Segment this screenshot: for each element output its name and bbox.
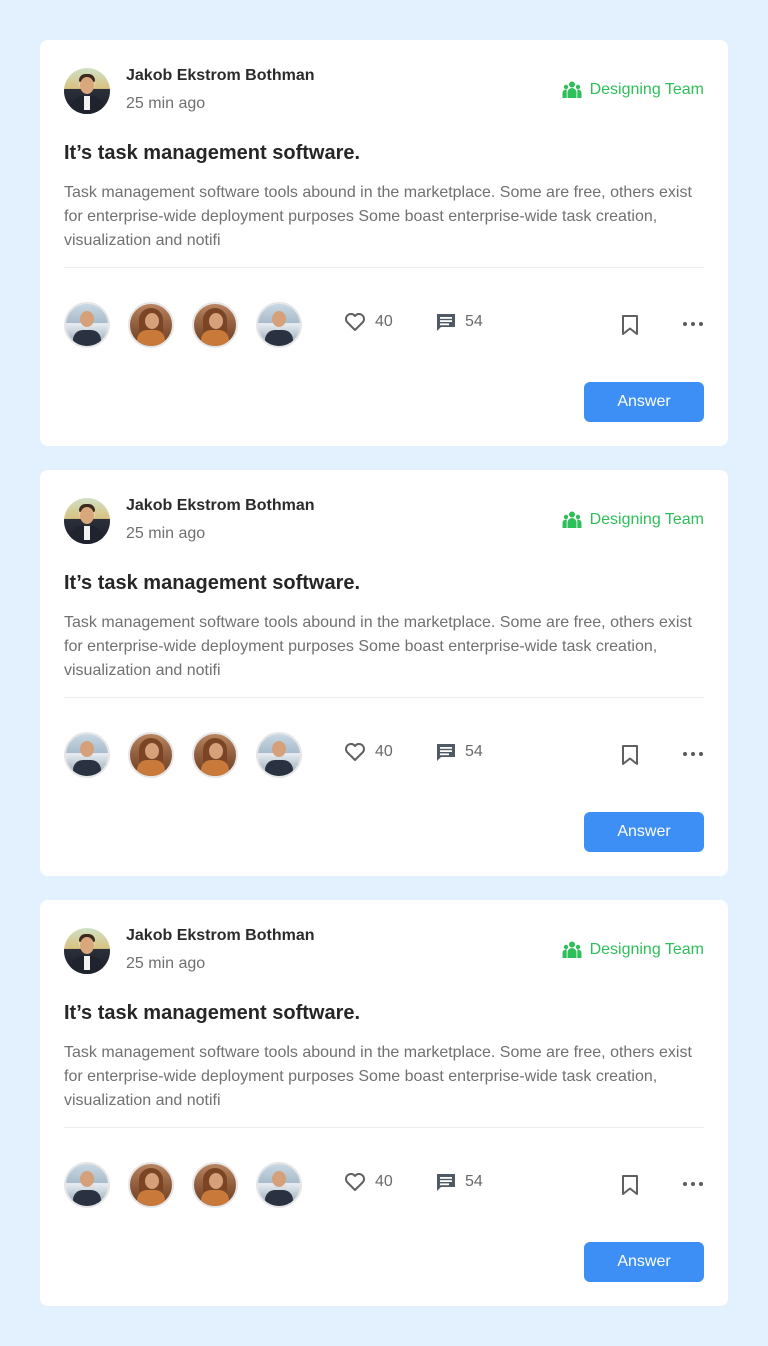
participant-avatar[interactable] <box>128 302 174 348</box>
comment-icon <box>437 744 455 761</box>
participant-avatar[interactable] <box>64 302 110 348</box>
bookmark-icon[interactable] <box>620 744 640 766</box>
like-button[interactable]: 40 <box>344 312 393 332</box>
participant-avatar[interactable] <box>192 1162 238 1208</box>
team-icon <box>562 941 582 958</box>
like-count: 40 <box>375 1173 393 1190</box>
divider <box>64 267 704 268</box>
team-link[interactable]: Designing Team <box>562 940 704 960</box>
author-name[interactable]: Jakob Ekstrom Bothman <box>126 67 314 85</box>
post-feed: Jakob Ekstrom Bothman 25 min ago Designi… <box>0 0 768 1346</box>
comment-icon <box>437 314 455 331</box>
participant-avatar[interactable] <box>192 732 238 778</box>
post-timestamp: 25 min ago <box>126 525 206 542</box>
heart-icon <box>345 1173 365 1191</box>
post-title[interactable]: It’s task management software. <box>64 572 360 595</box>
participant-avatar[interactable] <box>256 732 302 778</box>
comment-button[interactable]: 54 <box>436 312 483 332</box>
post-card: Jakob Ekstrom Bothman 25 min ago Designi… <box>40 470 728 876</box>
post-card: Jakob Ekstrom Bothman 25 min ago Designi… <box>40 900 728 1306</box>
team-link[interactable]: Designing Team <box>562 80 704 100</box>
more-options-icon[interactable] <box>682 1180 704 1188</box>
post-body: Task management software tools abound in… <box>64 614 692 679</box>
answer-button[interactable]: Answer <box>584 1242 704 1282</box>
post-timestamp: 25 min ago <box>126 955 206 972</box>
comment-icon <box>437 1174 455 1191</box>
participant-avatar[interactable] <box>64 1162 110 1208</box>
like-button[interactable]: 40 <box>344 742 393 762</box>
team-label: Designing Team <box>589 511 704 528</box>
participant-avatar[interactable] <box>256 302 302 348</box>
comment-count: 54 <box>465 313 483 330</box>
post-timestamp: 25 min ago <box>126 95 206 112</box>
bookmark-icon[interactable] <box>620 314 640 336</box>
answer-button[interactable]: Answer <box>584 812 704 852</box>
author-avatar[interactable] <box>64 498 110 544</box>
post-body: Task management software tools abound in… <box>64 1044 692 1109</box>
bookmark-icon[interactable] <box>620 1174 640 1196</box>
post-card: Jakob Ekstrom Bothman 25 min ago Designi… <box>40 40 728 446</box>
post-title[interactable]: It’s task management software. <box>64 142 360 165</box>
author-avatar[interactable] <box>64 928 110 974</box>
more-options-icon[interactable] <box>682 750 704 758</box>
author-name[interactable]: Jakob Ekstrom Bothman <box>126 497 314 515</box>
participant-avatar[interactable] <box>128 1162 174 1208</box>
divider <box>64 697 704 698</box>
like-count: 40 <box>375 743 393 760</box>
team-icon <box>562 81 582 98</box>
post-title[interactable]: It’s task management software. <box>64 1002 360 1025</box>
author-name[interactable]: Jakob Ekstrom Bothman <box>126 927 314 945</box>
heart-icon <box>345 313 365 331</box>
comment-button[interactable]: 54 <box>436 742 483 762</box>
comment-count: 54 <box>465 743 483 760</box>
team-link[interactable]: Designing Team <box>562 510 704 530</box>
team-label: Designing Team <box>589 941 704 958</box>
comment-count: 54 <box>465 1173 483 1190</box>
team-label: Designing Team <box>589 81 704 98</box>
comment-button[interactable]: 54 <box>436 1172 483 1192</box>
team-icon <box>562 511 582 528</box>
participant-avatar[interactable] <box>64 732 110 778</box>
more-options-icon[interactable] <box>682 320 704 328</box>
like-count: 40 <box>375 313 393 330</box>
post-body: Task management software tools abound in… <box>64 184 692 249</box>
divider <box>64 1127 704 1128</box>
participant-avatar[interactable] <box>256 1162 302 1208</box>
heart-icon <box>345 743 365 761</box>
author-avatar[interactable] <box>64 68 110 114</box>
answer-button[interactable]: Answer <box>584 382 704 422</box>
participant-avatar[interactable] <box>128 732 174 778</box>
like-button[interactable]: 40 <box>344 1172 393 1192</box>
participant-avatar[interactable] <box>192 302 238 348</box>
